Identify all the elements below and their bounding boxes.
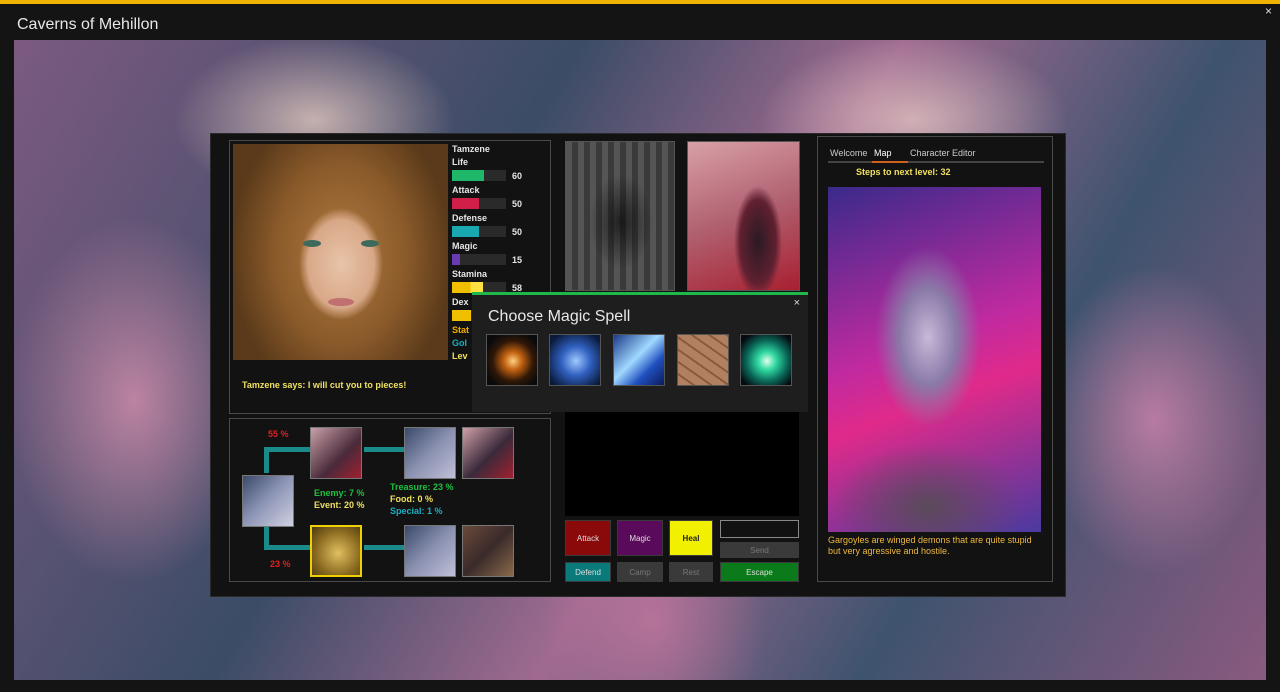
stat-row-life: 60 — [452, 169, 548, 184]
window-close-icon[interactable]: × — [1265, 4, 1272, 18]
stat-row-magic: 15 — [452, 253, 548, 268]
stat-label-magic: Magic — [452, 241, 478, 251]
map-room-far-northeast[interactable] — [462, 427, 514, 479]
monster-image — [828, 187, 1041, 532]
portrait-eye-left — [303, 240, 321, 247]
title-bar: Caverns of Mehillon × — [0, 4, 1280, 40]
event-chance: Event: 20 % — [314, 500, 365, 510]
portrait-lips — [328, 298, 354, 306]
map-room-north[interactable] — [310, 427, 362, 479]
dungeon-map: 55 % 23 % Enemy: 7 % Event: 20 % Treasur… — [229, 418, 551, 582]
defend-button[interactable]: Defend — [565, 562, 611, 582]
tab-character-editor[interactable]: Character Editor — [910, 148, 976, 158]
info-sidebar: Welcome Map Character Editor Steps to ne… — [817, 136, 1053, 582]
combat-log — [565, 402, 799, 516]
stat-bar-fill — [452, 310, 471, 321]
loot-chances: Treasure: 23 % Food: 0 % Special: 1 % — [390, 481, 454, 517]
stat-label-attack: Attack — [452, 185, 480, 195]
rest-button[interactable]: Rest — [669, 562, 713, 582]
stat-value-attack: 50 — [512, 199, 523, 209]
send-button[interactable]: Send — [720, 542, 799, 558]
character-name: Tamzene — [452, 144, 490, 154]
camp-button[interactable]: Camp — [617, 562, 663, 582]
food-chance: Food: 0 % — [390, 494, 433, 504]
stat-value-defense: 50 — [512, 227, 523, 237]
map-connector — [264, 447, 269, 473]
dialog-accent-bar — [472, 292, 808, 295]
stat-row-attack: 50 — [452, 197, 548, 212]
stat-bar-fill — [452, 254, 461, 265]
lightning-spell-icon[interactable] — [613, 334, 665, 386]
stat-bar-fill — [452, 226, 479, 237]
map-room-southeast[interactable] — [404, 525, 456, 577]
dialog-title: Choose Magic Spell — [488, 308, 631, 325]
bottom-strip — [0, 680, 1280, 692]
map-percent-top: 55 % — [268, 429, 289, 439]
app-window: Caverns of Mehillon × Tamzene Life 60 Atta… — [0, 0, 1280, 692]
heal-button[interactable]: Heal — [669, 520, 713, 556]
map-percent-bottom: 23 % — [270, 559, 291, 569]
active-tab-indicator — [872, 161, 908, 163]
stat-value-magic: 15 — [512, 255, 523, 265]
enemy-chance: Enemy: 7 % — [314, 488, 365, 498]
stat-row-defense: 50 — [452, 225, 548, 240]
magic-spell-dialog: × Choose Magic Spell — [472, 292, 808, 412]
earth-spell-icon[interactable] — [677, 334, 729, 386]
map-room-northeast[interactable] — [404, 427, 456, 479]
map-connector — [364, 447, 404, 452]
map-connector — [264, 447, 310, 452]
stat-bar-life — [452, 170, 506, 181]
special-chance: Special: 1 % — [390, 506, 443, 516]
stat-bar-magic — [452, 254, 506, 265]
stat-bar-defense — [452, 226, 506, 237]
stat-bar-attack — [452, 198, 506, 209]
room-chances: Enemy: 7 % Event: 20 % — [314, 487, 365, 511]
portrait-eye-right — [361, 240, 379, 247]
map-connector — [264, 545, 310, 550]
treasure-chance: Treasure: 23 % — [390, 482, 454, 492]
steps-to-next-level: Steps to next level: 32 — [856, 167, 951, 177]
dungeon-scene-image — [565, 141, 675, 291]
escape-button[interactable]: Escape — [720, 562, 799, 582]
window-title: Caverns of Mehillon — [17, 16, 159, 33]
map-room-far-southeast[interactable] — [462, 525, 514, 577]
stat-value-life: 60 — [512, 171, 523, 181]
map-connector — [364, 545, 404, 550]
stat-label-defense: Defense — [452, 213, 488, 223]
command-input[interactable] — [720, 520, 799, 538]
stat-label-stamina: Stamina — [452, 269, 488, 279]
vortex-spell-icon[interactable] — [740, 334, 792, 386]
map-room-current[interactable] — [310, 525, 362, 577]
stat-bar-fill — [452, 170, 485, 181]
attack-button[interactable]: Attack — [565, 520, 611, 556]
tab-welcome[interactable]: Welcome — [830, 148, 867, 158]
character-portrait — [233, 144, 448, 360]
sidebar-tabs: Welcome Map Character Editor — [828, 145, 1044, 163]
stat-label-life: Life — [452, 157, 469, 167]
map-room-west[interactable] — [242, 475, 294, 527]
frost-spell-icon[interactable] — [549, 334, 601, 386]
fire-spell-icon[interactable] — [486, 334, 538, 386]
character-speech: Tamzene says: I will cut you to pieces! — [242, 380, 407, 390]
magic-button[interactable]: Magic — [617, 520, 663, 556]
tab-map[interactable]: Map — [874, 148, 892, 158]
monster-description: Gargoyles are winged demons that are qui… — [828, 535, 1032, 556]
enemy-scene-image — [687, 141, 800, 291]
stat-bar-fill — [452, 198, 479, 209]
dialog-close-icon[interactable]: × — [794, 297, 800, 309]
